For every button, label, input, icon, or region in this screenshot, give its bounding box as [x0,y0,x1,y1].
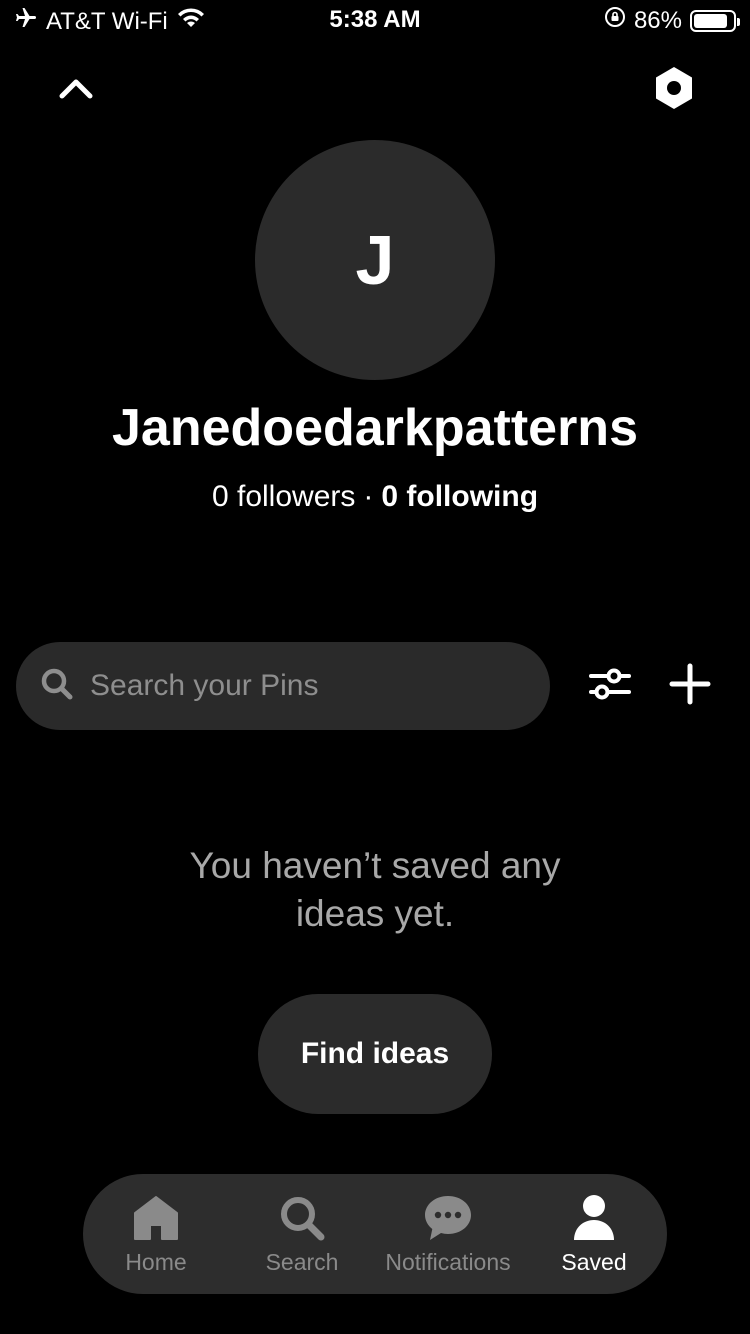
status-right: 86% [604,6,740,35]
plus-icon [668,662,712,711]
home-icon [131,1193,181,1243]
battery-level [694,13,727,28]
follow-stats: 0 followers · 0 following [0,480,750,514]
filter-button[interactable] [580,656,640,716]
tab-search-label: Search [265,1248,339,1275]
battery-percent: 86% [633,6,682,34]
settings-button[interactable] [642,58,706,122]
tab-notifications-label: Notifications [385,1248,511,1275]
hexagon-settings-icon [654,66,694,115]
tab-notifications[interactable]: Notifications [375,1174,521,1294]
status-bar: AT&T Wi-Fi 5:38 AM 86% [0,0,750,40]
following-count[interactable]: 0 following [381,480,538,513]
avatar[interactable]: J [255,140,495,380]
avatar-initial: J [355,221,395,299]
profile-name: Janedoedarkpatterns [112,399,638,457]
chevron-up-icon [58,76,94,105]
chat-bubble-icon [423,1193,473,1243]
battery-icon [690,9,740,32]
empty-state-line-1: You haven’t saved any [189,845,561,886]
followers-count[interactable]: 0 followers [212,480,355,513]
add-button[interactable] [660,656,720,716]
tab-saved[interactable]: Saved [521,1174,667,1294]
empty-state-message: You haven’t saved any ideas yet. [0,842,750,938]
tab-home[interactable]: Home [83,1174,229,1294]
separator: · [363,480,374,513]
person-icon [569,1193,619,1243]
search-icon [40,667,74,706]
orientation-lock-icon [604,6,626,35]
find-ideas-button[interactable]: Find ideas [258,994,492,1114]
search-icon [277,1193,327,1243]
tab-saved-label: Saved [561,1248,627,1275]
tab-search[interactable]: Search [229,1174,375,1294]
bottom-tab-bar: Home Search Notifications Saved [83,1174,667,1294]
tab-home-label: Home [125,1248,187,1275]
collapse-button[interactable] [44,58,108,122]
search-pins-input[interactable]: Search your Pins [16,642,550,730]
search-placeholder: Search your Pins [90,669,319,702]
empty-state-line-2: ideas yet. [295,893,455,934]
sliders-icon [588,664,632,709]
